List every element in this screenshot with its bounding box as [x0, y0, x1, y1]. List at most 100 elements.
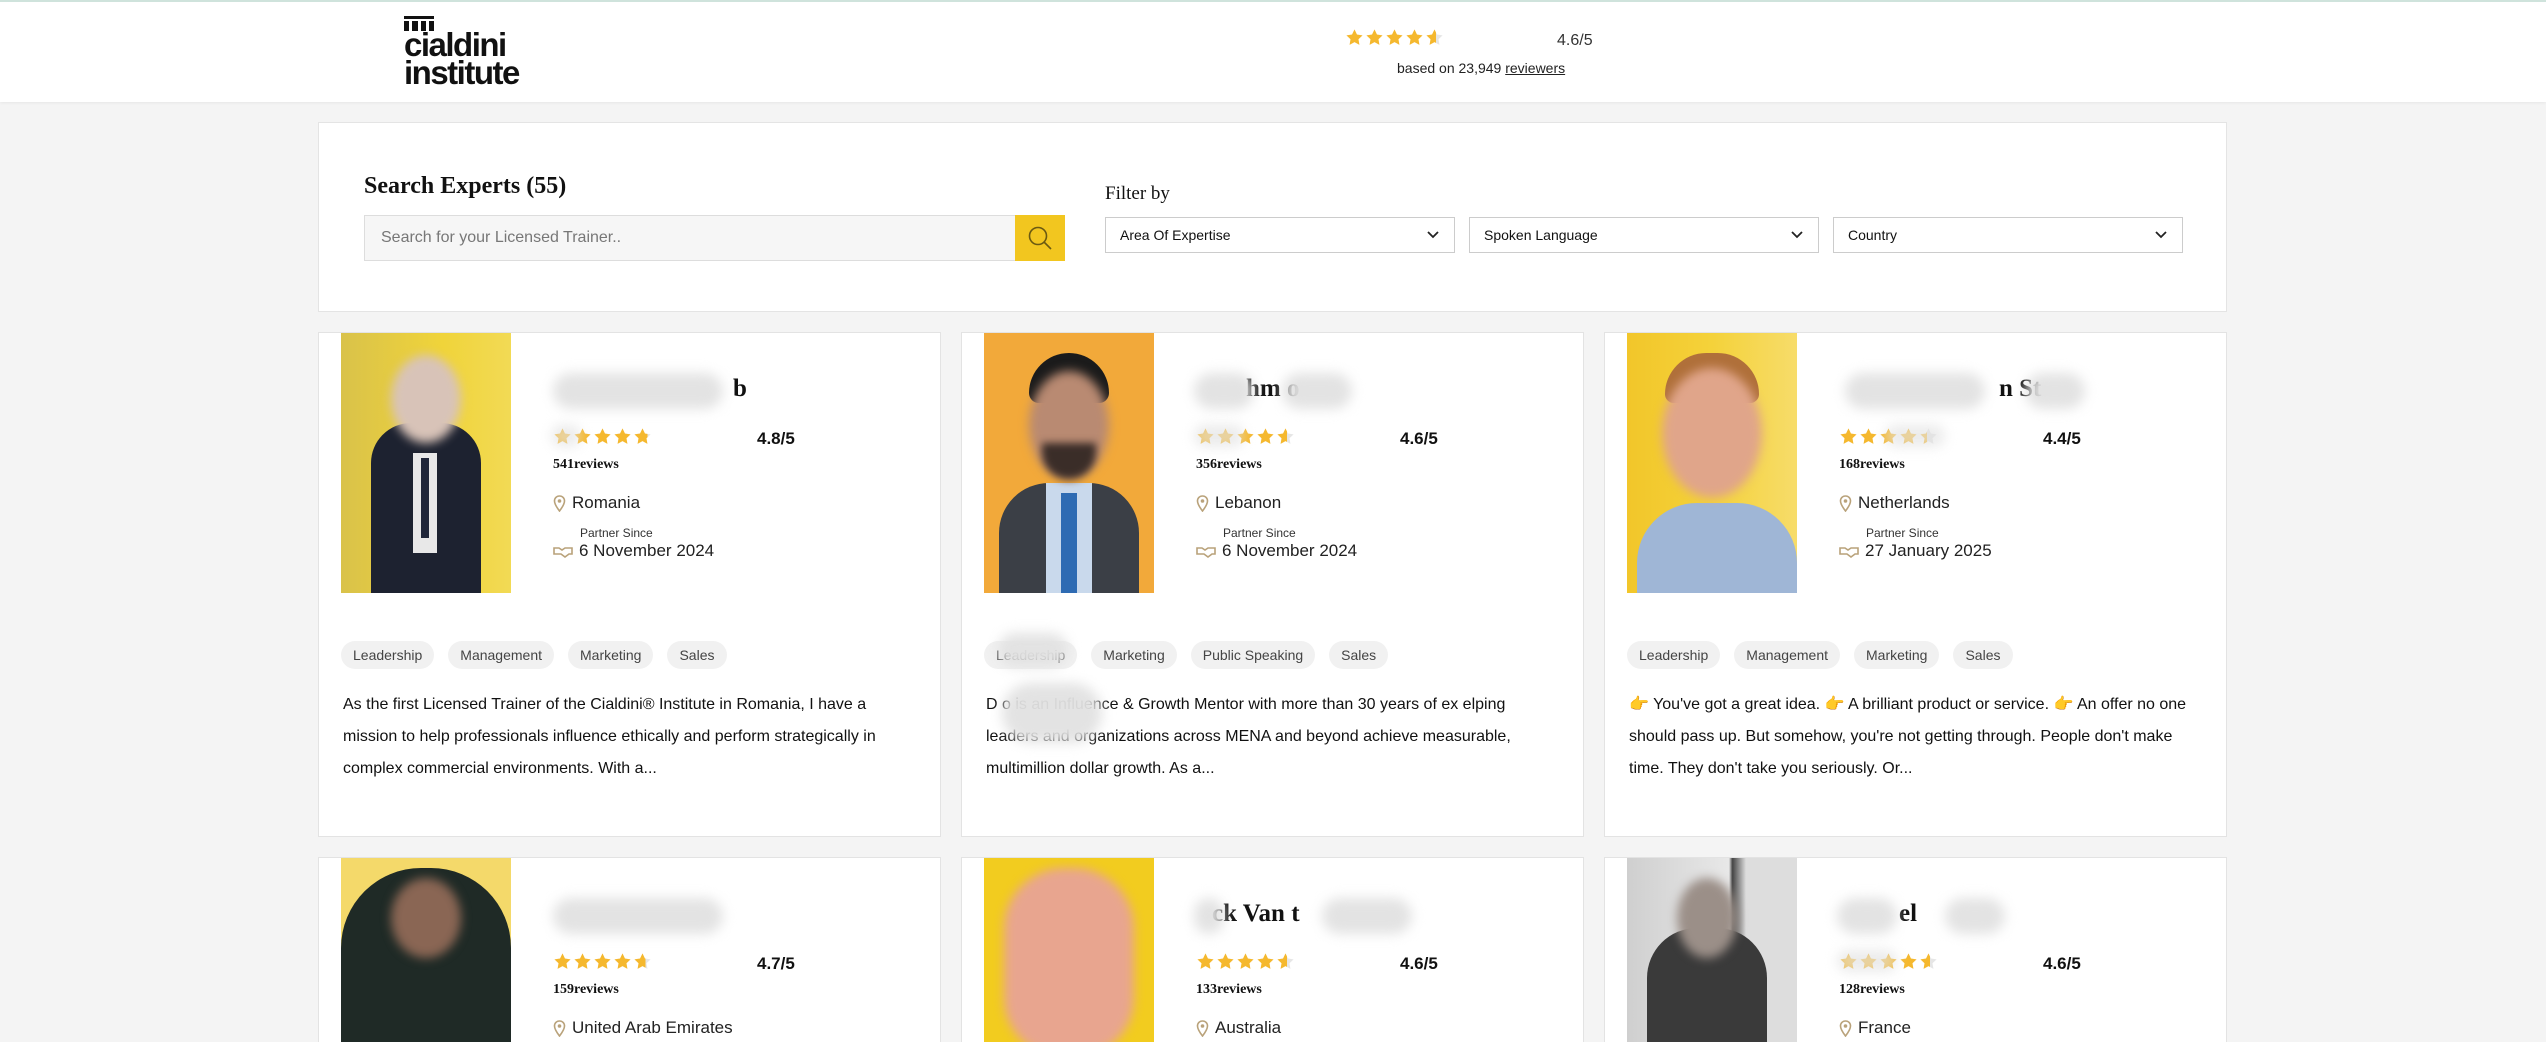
- tag-sales[interactable]: Sales: [1953, 641, 2013, 669]
- star-icon: [614, 428, 631, 444]
- expert-reviews[interactable]: 356reviews: [1196, 457, 1262, 473]
- expert-photo: [341, 333, 511, 593]
- expert-photo: [341, 858, 511, 1042]
- search-button[interactable]: [1015, 215, 1065, 261]
- star-icon: [594, 428, 611, 444]
- search-title: Search Experts (55): [364, 173, 567, 199]
- partner-since-label: Partner Since: [1866, 526, 1939, 540]
- overall-stars: [1345, 28, 1444, 47]
- expert-reviews[interactable]: 128reviews: [1839, 982, 1905, 998]
- expert-card[interactable]: n St 4.4/5 168reviews Netherlands Partne…: [1604, 332, 2227, 837]
- tag-marketing[interactable]: Marketing: [568, 641, 654, 669]
- location-pin-icon: [1196, 494, 1209, 512]
- star-icon: [1217, 953, 1234, 969]
- handshake-icon: [1839, 547, 1859, 558]
- expert-score: 4.6/5: [2043, 954, 2081, 973]
- tag-marketing[interactable]: Marketing: [1854, 641, 1940, 669]
- star-icon: [634, 428, 651, 444]
- partner-since-label: Partner Since: [1223, 526, 1296, 540]
- location-pin-icon: [1196, 1019, 1209, 1037]
- logo-word-2: institute: [404, 54, 520, 91]
- tag-leadership[interactable]: Leadership: [341, 641, 435, 669]
- expert-card[interactable]: hm o 4.6/5 356reviews Lebanon Partner Si…: [961, 332, 1584, 837]
- expert-card[interactable]: ck Van t 4.6/5 133reviews Australia: [961, 857, 1584, 1042]
- star-icon: [1257, 428, 1274, 444]
- expert-score: 4.8/5: [757, 429, 795, 448]
- expert-reviews[interactable]: 168reviews: [1839, 457, 1905, 473]
- expert-country: Lebanon: [1196, 493, 1281, 513]
- search-icon: [1028, 226, 1052, 250]
- filter-area-of-expertise[interactable]: Area Of Expertise: [1105, 217, 1455, 253]
- expert-stars: [553, 952, 652, 971]
- tag-leadership[interactable]: Leadership: [1627, 641, 1721, 669]
- expert-card[interactable]: el 4.6/5 128reviews France: [1604, 857, 2227, 1042]
- location-pin-icon: [553, 494, 566, 512]
- expert-bio: 👉 You've got a great idea. 👉 A brilliant…: [1629, 696, 2187, 777]
- partner-since-date: 27 January 2025: [1839, 541, 1992, 561]
- expertise-tags: Leadership Management Marketing Sales: [1627, 641, 2013, 669]
- expert-photo: [984, 858, 1154, 1042]
- tag-public-speaking[interactable]: Public Speaking: [1190, 641, 1316, 669]
- expert-country: Australia: [1196, 1018, 1281, 1038]
- overall-score: 4.6/5: [1557, 32, 1593, 49]
- expert-reviews[interactable]: 541reviews: [553, 457, 619, 473]
- star-icon: [634, 953, 651, 969]
- tag-marketing[interactable]: Marketing: [1091, 641, 1177, 669]
- expert-photo: [1627, 858, 1797, 1042]
- star-icon: [574, 953, 591, 969]
- handshake-icon: [1196, 547, 1216, 558]
- tag-sales[interactable]: Sales: [667, 641, 727, 669]
- location-pin-icon: [553, 1019, 566, 1037]
- overall-rating: 4.6/5 based on 23,949 reviewers: [1345, 24, 1615, 84]
- expert-bio: As the first Licensed Trainer of the Cia…: [343, 696, 876, 777]
- expert-card[interactable]: b 4.8/5 541reviews Romania Partner Since…: [318, 332, 941, 837]
- filter-spoken-language[interactable]: Spoken Language: [1469, 217, 1819, 253]
- chevron-down-icon: [2155, 231, 2167, 239]
- star-icon: [1346, 29, 1363, 45]
- star-icon: [1900, 953, 1917, 969]
- based-on-text: based on 23,949 reviewers: [1397, 60, 1566, 76]
- star-icon: [1406, 29, 1423, 45]
- star-icon: [1840, 428, 1857, 444]
- reviewers-link[interactable]: reviewers: [1505, 60, 1565, 76]
- search-input[interactable]: [364, 215, 1034, 261]
- expert-photo: [984, 333, 1154, 593]
- partner-since-date: 6 November 2024: [553, 541, 714, 561]
- filter-country[interactable]: Country: [1833, 217, 2183, 253]
- expert-country: Netherlands: [1839, 493, 1950, 513]
- expert-stars: [1196, 952, 1295, 971]
- expert-country: France: [1839, 1018, 1911, 1038]
- star-icon: [1257, 953, 1274, 969]
- expert-reviews[interactable]: 133reviews: [1196, 982, 1262, 998]
- partner-since-label: Partner Since: [580, 526, 653, 540]
- expert-score: 4.7/5: [757, 954, 795, 973]
- tag-management[interactable]: Management: [1734, 641, 1840, 669]
- expert-country: United Arab Emirates: [553, 1018, 733, 1038]
- star-icon: [1237, 953, 1254, 969]
- star-icon: [594, 953, 611, 969]
- filter-label: Filter by: [1105, 183, 1170, 204]
- location-pin-icon: [1839, 1019, 1852, 1037]
- expert-reviews[interactable]: 159reviews: [553, 982, 619, 998]
- partner-since-date: 6 November 2024: [1196, 541, 1357, 561]
- cialdini-logo[interactable]: cialdini institute: [404, 16, 524, 91]
- star-icon: [1426, 29, 1443, 45]
- expert-score: 4.6/5: [1400, 954, 1438, 973]
- tag-sales[interactable]: Sales: [1329, 641, 1389, 669]
- expert-country: Romania: [553, 493, 640, 513]
- star-icon: [1366, 29, 1383, 45]
- tag-management[interactable]: Management: [448, 641, 554, 669]
- handshake-icon: [553, 547, 573, 558]
- chevron-down-icon: [1427, 231, 1439, 239]
- star-icon: [1197, 953, 1214, 969]
- top-bar: cialdini institute 4.6/5 based on 23,949…: [0, 0, 2546, 102]
- star-icon: [554, 953, 571, 969]
- star-icon: [1277, 953, 1294, 969]
- expert-score: 4.4/5: [2043, 429, 2081, 448]
- star-icon: [614, 953, 631, 969]
- expertise-tags: Leadership Management Marketing Sales: [341, 641, 727, 669]
- expert-photo: [1627, 333, 1797, 593]
- expert-score: 4.6/5: [1400, 429, 1438, 448]
- expert-card[interactable]: 4.7/5 159reviews United Arab Emirates: [318, 857, 941, 1042]
- star-icon: [1277, 428, 1294, 444]
